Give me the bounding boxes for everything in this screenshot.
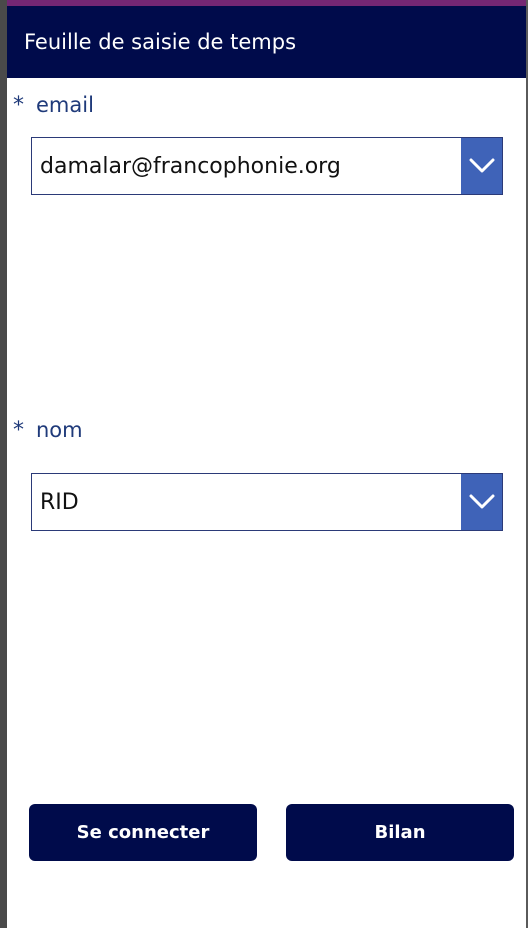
left-border — [0, 0, 7, 928]
app-screen: Feuille de saisie de temps * email damal… — [0, 0, 528, 928]
connect-button[interactable]: Se connecter — [29, 804, 257, 861]
email-dropdown-toggle[interactable] — [461, 138, 502, 194]
app-header: Feuille de saisie de temps — [7, 6, 526, 78]
nom-dropdown[interactable]: RID — [31, 473, 503, 531]
nom-label: nom — [36, 418, 83, 442]
summary-button[interactable]: Bilan — [286, 804, 514, 861]
required-marker: * — [13, 92, 24, 118]
chevron-down-icon — [469, 494, 494, 509]
page-title: Feuille de saisie de temps — [24, 30, 297, 54]
email-dropdown[interactable]: damalar@francophonie.org — [31, 137, 503, 195]
required-marker: * — [13, 417, 24, 443]
nom-dropdown-value: RID — [40, 489, 79, 515]
email-dropdown-value: damalar@francophonie.org — [40, 153, 341, 179]
nom-label-row: * nom — [13, 415, 83, 445]
email-label: email — [36, 93, 94, 117]
nom-dropdown-toggle[interactable] — [461, 474, 502, 530]
chevron-down-icon — [469, 158, 494, 173]
email-label-row: * email — [13, 90, 94, 120]
